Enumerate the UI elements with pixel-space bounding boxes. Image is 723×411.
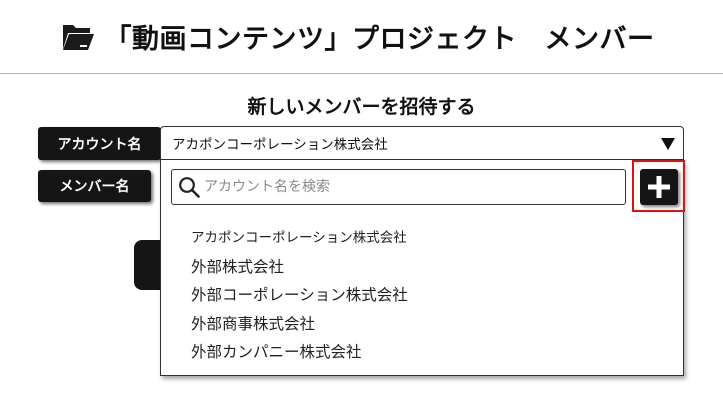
chevron-down-icon[interactable] xyxy=(660,137,676,151)
member-name-label: メンバー名 xyxy=(38,170,151,202)
search-icon xyxy=(179,177,200,198)
add-member-button[interactable] xyxy=(640,169,678,205)
header-title-group: 「動画コンテンツ」プロジェクト メンバー xyxy=(61,17,655,56)
account-option[interactable]: アカポンコーポレーション株式会社 xyxy=(191,224,408,253)
account-select[interactable]: アカポンコーポレーション株式会社 xyxy=(160,126,684,160)
account-option[interactable]: 外部カンパニー株式会社 xyxy=(191,338,408,367)
page-header: 「動画コンテンツ」プロジェクト メンバー xyxy=(0,0,723,74)
account-search-input[interactable] xyxy=(204,172,625,202)
account-name-label: アカウント名 xyxy=(38,127,161,160)
account-option-list: アカポンコーポレーション株式会社 外部株式会社 外部コーポレーション株式会社 外… xyxy=(191,224,408,367)
folder-open-icon xyxy=(62,24,94,50)
invite-section-title: 新しいメンバーを招待する xyxy=(247,96,476,118)
page-title: 「動画コンテンツ」プロジェクト メンバー xyxy=(104,24,655,55)
account-option[interactable]: 外部商事株式会社 xyxy=(191,310,408,339)
account-select-value: アカポンコーポレーション株式会社 xyxy=(172,137,388,153)
account-option[interactable]: 外部コーポレーション株式会社 xyxy=(191,281,408,310)
account-option[interactable]: 外部株式会社 xyxy=(191,253,408,282)
account-search-box[interactable] xyxy=(171,169,626,205)
plus-icon xyxy=(648,176,670,198)
account-dropdown: アカポンコーポレーション株式会社 外部株式会社 外部コーポレーション株式会社 外… xyxy=(160,160,684,376)
